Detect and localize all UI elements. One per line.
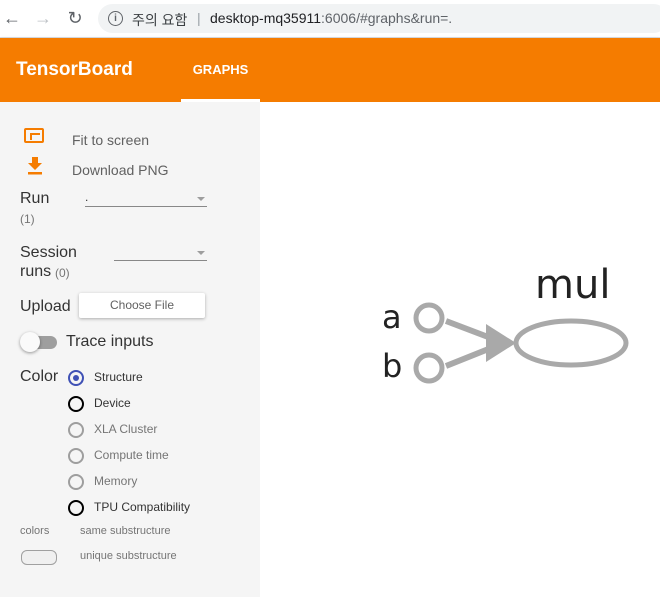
session-runs-count: (0) <box>55 266 70 280</box>
download-icon[interactable] <box>25 156 45 176</box>
color-label: Color <box>20 368 59 385</box>
edge-arrowhead <box>486 324 516 362</box>
legend-same-substructure: same substructure <box>80 525 171 537</box>
info-icon[interactable]: i <box>108 11 123 26</box>
node-mul-label[interactable]: mul <box>535 262 610 308</box>
node-a-label[interactable]: a <box>382 298 402 336</box>
color-option-xla-cluster: XLA Cluster <box>94 422 158 436</box>
address-separator: | <box>197 10 201 26</box>
run-label: Run <box>20 190 50 207</box>
color-radio-compute-time <box>68 448 84 464</box>
colors-legend-heading: colors <box>20 525 50 537</box>
graph-canvas[interactable] <box>260 102 660 597</box>
session-runs-dropdown-caret-icon[interactable] <box>197 251 205 255</box>
url-path: :6006/#graphs&run=. <box>321 10 453 26</box>
run-select-value[interactable]: . <box>85 190 88 204</box>
color-option-structure[interactable]: Structure <box>94 370 143 384</box>
graph-edges <box>444 318 516 369</box>
run-select-underline[interactable] <box>85 206 207 207</box>
app-header: TensorBoard GRAPHS <box>0 38 660 102</box>
color-radio-device[interactable] <box>68 396 84 412</box>
choose-file-button[interactable]: Choose File <box>79 293 205 318</box>
node-b[interactable] <box>413 352 445 384</box>
upload-label: Upload <box>20 298 71 315</box>
session-runs-label-line2: runs <box>20 263 52 280</box>
security-warning[interactable]: 주의 요함 <box>132 10 187 30</box>
browser-toolbar: ← → ↻ i 주의 요함 | desktop-mq35911:6006/#gr… <box>0 0 660 38</box>
color-radio-memory <box>68 474 84 490</box>
reload-icon[interactable]: ↻ <box>65 8 85 28</box>
color-radio-structure[interactable] <box>68 370 84 386</box>
back-arrow-icon[interactable]: ← <box>2 8 22 28</box>
run-count: (1) <box>20 212 35 226</box>
color-radio-tpu-compatibility[interactable] <box>68 500 84 516</box>
color-option-device[interactable]: Device <box>94 396 131 410</box>
session-runs-select[interactable] <box>114 260 207 261</box>
node-a[interactable] <box>413 302 445 334</box>
url-host: desktop-mq35911 <box>210 10 322 26</box>
color-option-tpu-compatibility[interactable]: TPU Compatibility <box>94 500 190 514</box>
legend-unique-substructure: unique substructure <box>80 550 177 562</box>
graph-svg[interactable] <box>260 102 660 597</box>
trace-inputs-toggle[interactable] <box>20 332 40 352</box>
trace-inputs-label: Trace inputs <box>66 333 154 350</box>
color-option-memory: Memory <box>94 474 138 488</box>
session-runs-label: Session <box>20 244 77 261</box>
url-text[interactable]: desktop-mq35911:6006/#graphs&run=. <box>210 10 452 26</box>
run-dropdown-caret-icon[interactable] <box>197 197 205 201</box>
unique-substructure-swatch <box>21 550 57 565</box>
fit-to-screen-button[interactable]: Fit to screen <box>72 132 149 148</box>
color-option-compute-time: Compute time <box>94 448 169 462</box>
fit-to-screen-icon[interactable] <box>24 128 44 143</box>
tab-graphs[interactable]: GRAPHS <box>181 38 260 102</box>
color-radio-xla-cluster <box>68 422 84 438</box>
forward-arrow-icon[interactable]: → <box>33 8 53 28</box>
app-title: TensorBoard <box>16 59 133 80</box>
address-bar[interactable]: i 주의 요함 | desktop-mq35911:6006/#graphs&r… <box>98 4 660 33</box>
node-b-label[interactable]: b <box>382 347 402 385</box>
download-png-button[interactable]: Download PNG <box>72 162 169 178</box>
node-mul[interactable] <box>513 318 629 368</box>
